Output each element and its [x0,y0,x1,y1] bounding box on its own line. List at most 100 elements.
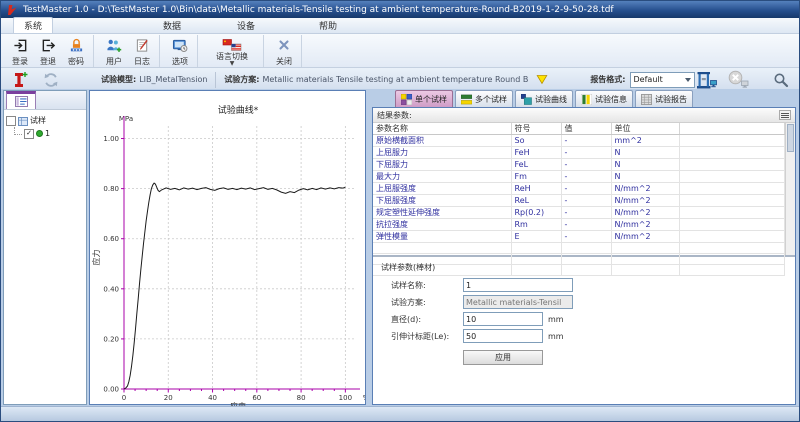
svg-text:0.00: 0.00 [103,386,119,394]
table-row [373,243,785,254]
child-checkbox[interactable]: ✓ [24,129,34,139]
main-area: 试样 ✓ 1 试验曲线*MPa0.000.200.400.600.801.000… [1,89,799,407]
results-header-strip: 结果参数: [373,108,795,123]
options-button[interactable]: 选项 [166,35,194,67]
results-table-body: 原始横截面积So-mm^2上屈服力FeH-N下屈服力FeL-N最大力Fm-N上屈… [373,135,785,276]
test-plan-label: 试验方案: [224,74,259,85]
specimen-panel-title: 试样参数(棒材) [381,262,787,273]
menu-bar: 系统 数据 设备 帮助 [1,18,799,34]
logout-icon [41,37,56,53]
test-model-value: LIB_MetalTension [139,75,207,84]
close-button[interactable]: 关闭 [270,35,298,67]
svg-text:0: 0 [122,394,126,402]
tab-test-curve[interactable]: 试验曲线 [515,90,573,107]
warning-triangle-icon [536,73,548,86]
scrollbar-thumb[interactable] [787,124,794,152]
apply-button[interactable]: 应用 [463,350,543,365]
svg-text:40: 40 [208,394,217,402]
root-checkbox[interactable] [6,116,16,126]
test-curve-icon [521,94,532,105]
specimen-plan-label: 试验方案: [391,297,463,308]
svg-text:0.80: 0.80 [103,185,119,193]
tree-view-tab[interactable] [6,91,36,109]
svg-text:1.00: 1.00 [103,135,119,143]
password-button[interactable]: 密码 [62,35,90,67]
results-table: 参数名称 符号 值 单位 原始横截面积So-mm^2上屈服力FeH-N下屈服力F… [373,123,785,276]
specimen-name-input[interactable] [463,278,573,292]
tab-test-report[interactable]: 试验报告 [635,90,693,107]
results-menu-button[interactable] [779,110,791,120]
table-row: 上屈服力FeH-N [373,147,785,159]
svg-text:0.20: 0.20 [103,335,119,343]
tab-multi-specimen[interactable]: 多个试样 [455,90,513,107]
table-row: 下屈服力FeL-N [373,159,785,171]
user-button[interactable]: 用户 [100,35,128,67]
specimen-plan-input [463,295,573,309]
col-unit[interactable]: 单位 [611,123,679,135]
svg-text:80: 80 [297,394,306,402]
table-row: 抗拉强度Rm-N/mm^2 [373,219,785,231]
col-filler [679,123,785,135]
users-icon [106,37,122,53]
login-button[interactable]: 登录 [6,35,34,67]
diameter-label: 直径(d): [391,314,463,325]
menu-tab-system[interactable]: 系统 [13,17,53,33]
language-flags-icon [222,37,242,53]
table-row: 最大力Fm-N [373,171,785,183]
login-icon [13,37,28,53]
specimen-tree-panel: 试样 ✓ 1 [3,90,87,405]
tree-root-label: 试样 [30,115,46,126]
col-symbol[interactable]: 符号 [511,123,561,135]
window-title: TestMaster 1.0 - D:\TestMaster 1.0\Bin\d… [23,5,614,15]
report-format-dropdown[interactable]: Default [630,72,695,88]
title-bar: TestMaster 1.0 - D:\TestMaster 1.0\Bin\d… [1,1,799,18]
language-switch-button[interactable]: 语言切换 ▼ [204,35,260,67]
test-curve-chart: 试验曲线*MPa0.000.200.400.600.801.0002040608… [90,91,365,408]
tab-test-info[interactable]: 试验信息 [575,90,633,107]
table-row: 下屈服强度ReL-N/mm^2 [373,195,785,207]
log-notepad-icon [135,37,150,53]
multi-specimen-icon [461,94,472,105]
disconnect-button[interactable] [727,70,750,90]
search-settings-button[interactable] [773,72,789,88]
diameter-input[interactable] [463,312,543,326]
curve-chart-panel: 试验曲线*MPa0.000.200.400.600.801.0002040608… [89,90,366,405]
new-specimen-button[interactable] [11,71,28,89]
table-row: 上屈服强度ReH-N/mm^2 [373,183,785,195]
gauge-length-input[interactable] [463,329,543,343]
specimen-group-icon [18,116,28,126]
tree-root-item[interactable]: 试样 [6,114,84,127]
table-row: 规定塑性延伸强度Rp(0.2)-N/mm^2 [373,207,785,219]
test-machine-button[interactable] [695,70,718,90]
test-info-icon [581,94,592,105]
tab-single-specimen[interactable]: 单个试样 [395,90,453,107]
menu-tab-device[interactable]: 设备 [227,18,265,33]
svg-text:60: 60 [252,394,261,402]
col-value[interactable]: 值 [561,123,611,135]
col-parameter-name[interactable]: 参数名称 [373,123,511,135]
logout-button[interactable]: 登退 [34,35,62,67]
log-button[interactable]: 日志 [128,35,156,67]
specimen-params-panel: 试样参数(棒材) 试样名称: 试验方案: 直径(d): mm [373,257,795,404]
results-grid: 参数名称 符号 值 单位 原始横截面积So-mm^2上屈服力FeH-N下屈服力F… [373,123,795,257]
results-strip-label: 结果参数: [377,110,412,121]
results-scrollbar[interactable] [785,123,795,255]
options-monitor-icon [172,37,188,53]
refresh-icon [43,72,59,88]
menu-tab-data[interactable]: 数据 [153,18,191,33]
tree-connector [14,127,22,135]
specimen-tree: 试样 ✓ 1 [4,110,86,144]
table-row: 弹性模量E-N/mm^2 [373,231,785,243]
toolbar-separator [215,72,216,88]
tree-child-item[interactable]: ✓ 1 [10,127,84,140]
view-tabs: 单个试样 多个试样 试验曲线 试验信息 试验报告 [395,90,796,107]
svg-text:应力: 应力 [91,250,101,266]
report-format-label: 报告格式: [590,74,625,85]
menu-tab-help[interactable]: 帮助 [309,18,347,33]
svg-text:0.60: 0.60 [103,235,119,243]
report-format-value: Default [634,75,663,84]
test-model-label: 试验模型: [101,74,136,85]
refresh-button[interactable] [43,72,59,88]
svg-text:%: % [363,394,365,402]
app-window: TestMaster 1.0 - D:\TestMaster 1.0\Bin\d… [0,0,800,422]
